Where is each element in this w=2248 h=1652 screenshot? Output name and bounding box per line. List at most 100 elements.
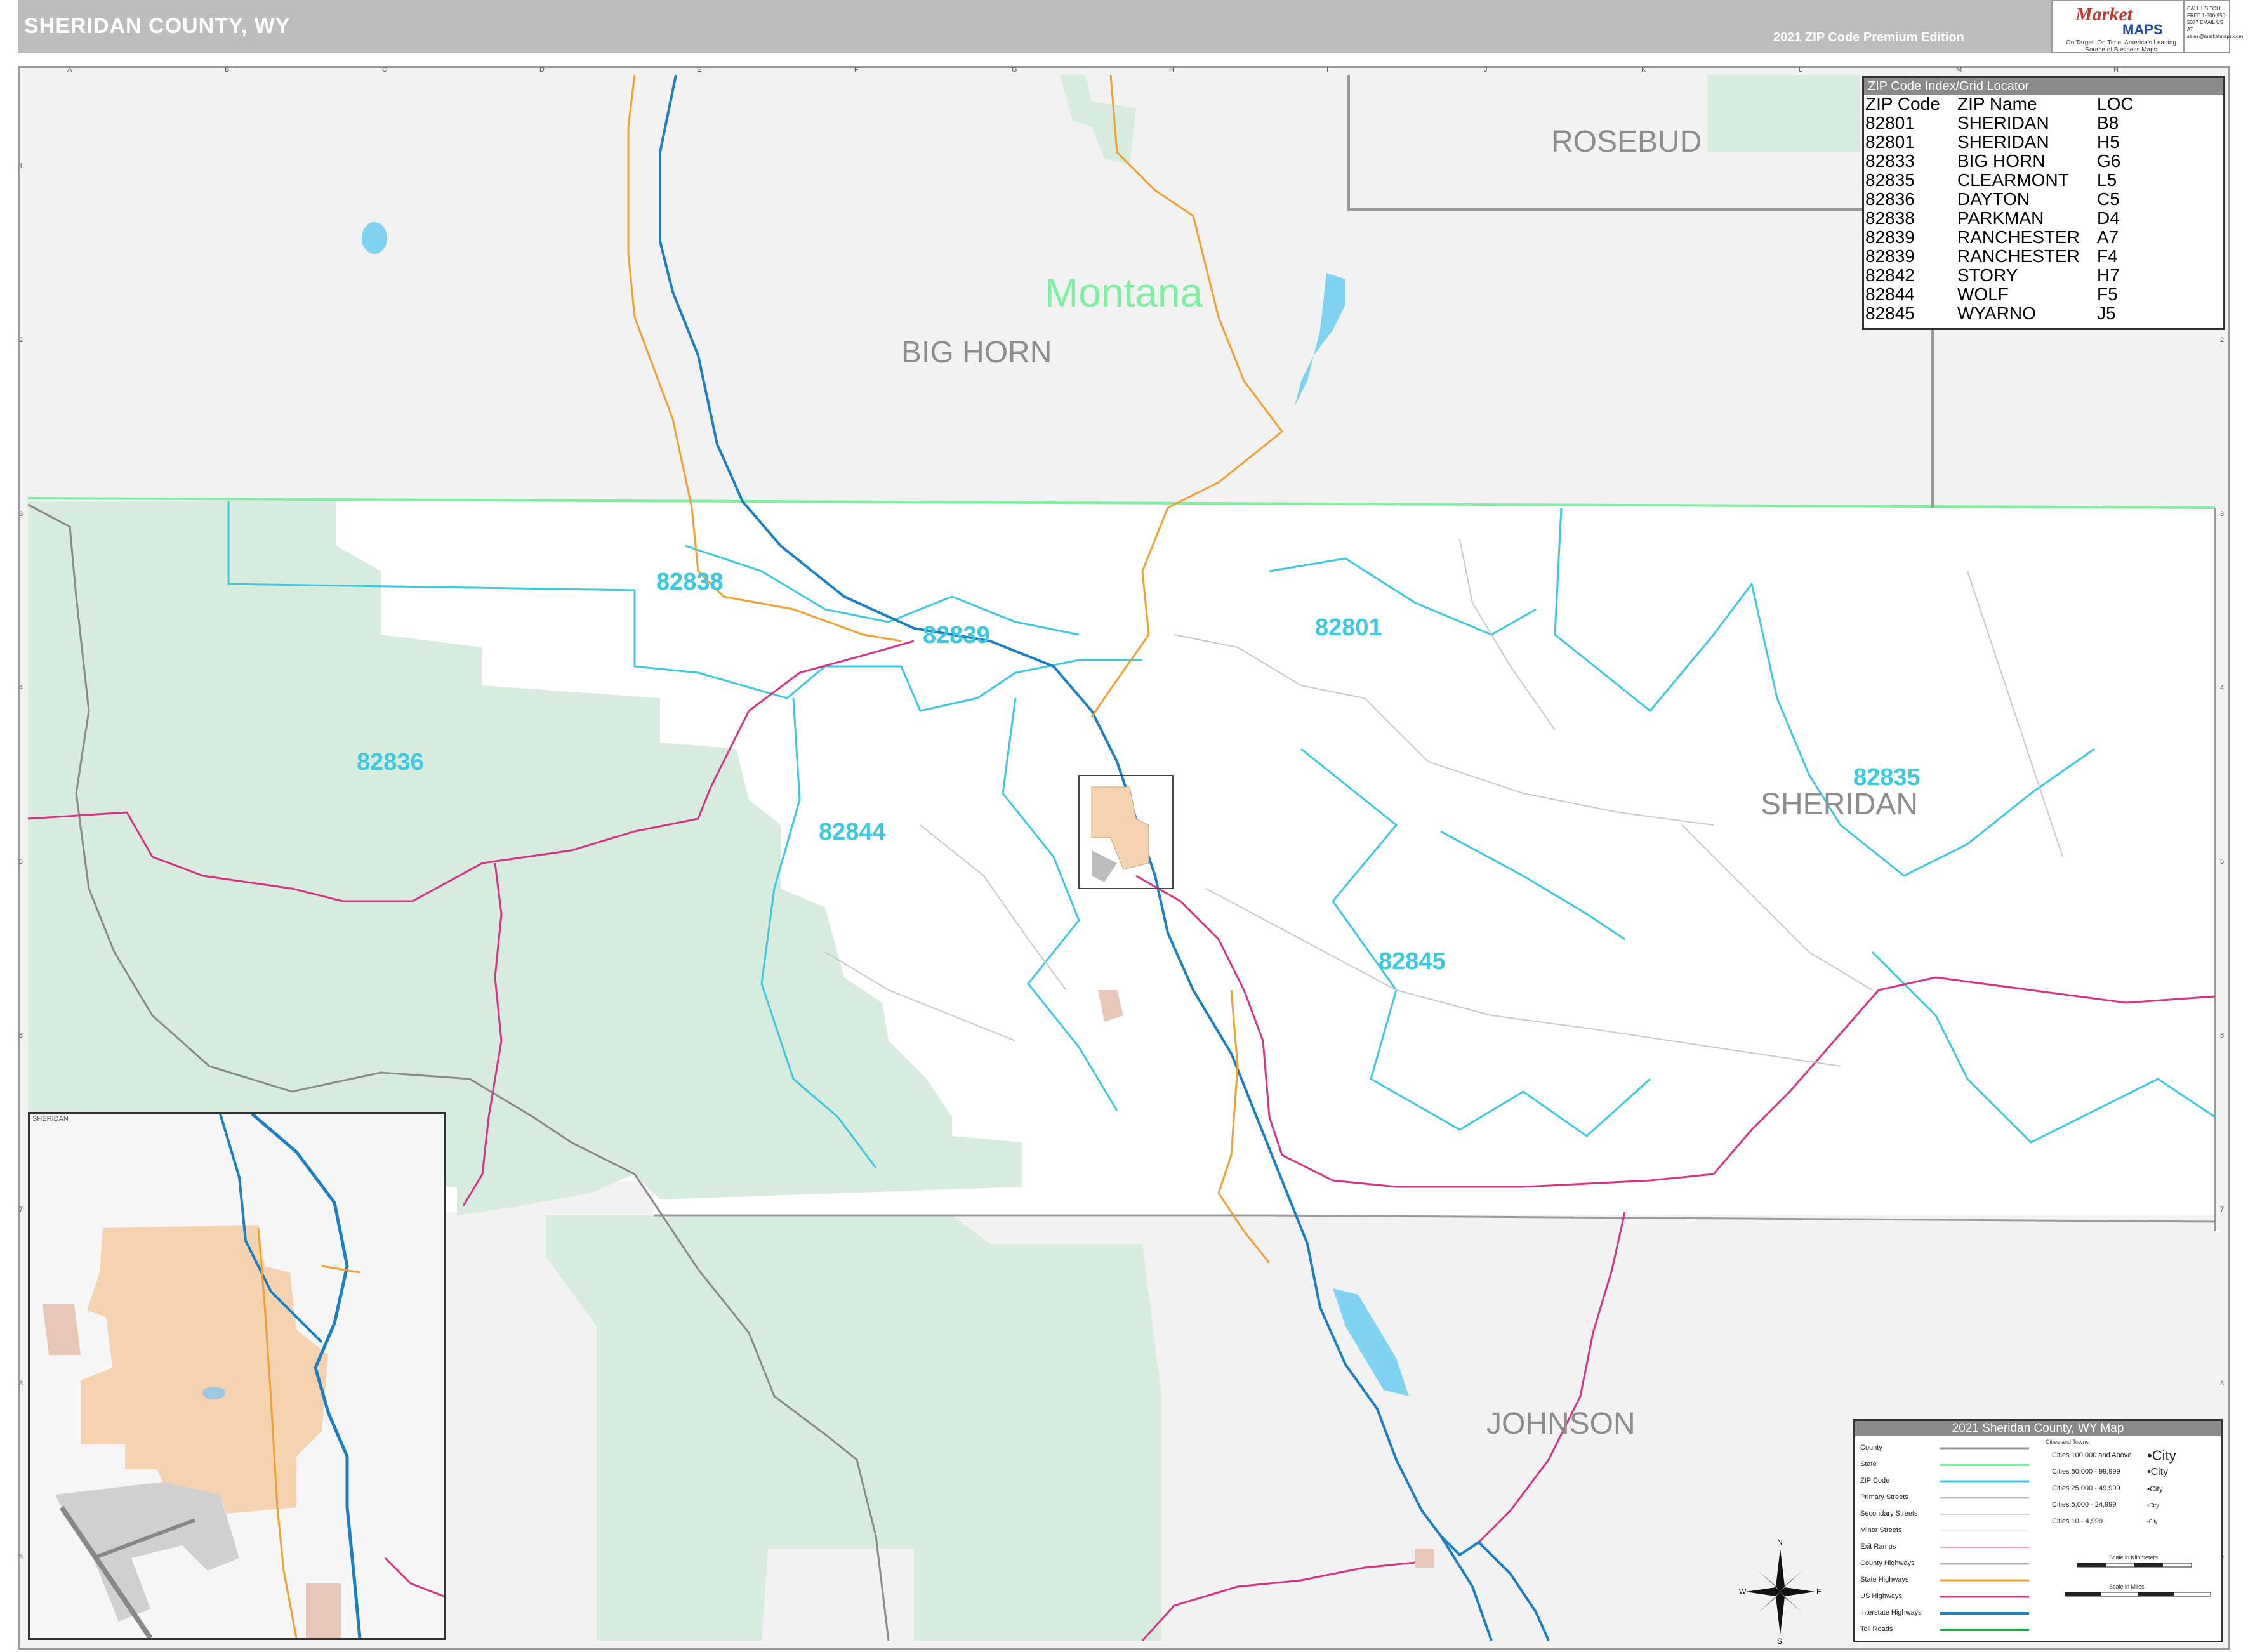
zip-index-table: ZIP Code ZIP Name LOC 82801 SHERIDAN B8 82…	[1865, 95, 2134, 323]
loc-cell: F4	[2097, 246, 2118, 266]
compass-west-arrow	[1745, 1587, 1780, 1596]
grid-col-label: F	[854, 66, 859, 74]
grid-col-label: N	[2113, 66, 2119, 74]
zip-cell: 82842	[1865, 265, 1915, 285]
legend-item-us-hwy: US Highways	[1860, 1592, 1903, 1600]
legend-item-county-hwy: County Highways	[1860, 1559, 1915, 1567]
zip-name-cell: SHERIDAN	[1957, 113, 2049, 133]
legend-city-sym-100k: •City	[2147, 1448, 2176, 1464]
zip-index-title: ZIP Code Index/Grid Locator	[1864, 78, 2223, 95]
zip-label-82835: 82835	[1853, 764, 1921, 791]
zip-index-header-row: ZIP Code ZIP Name LOC	[1865, 95, 2134, 114]
grid-row-label: 9	[19, 1554, 23, 1561]
inset-city-area	[81, 1225, 328, 1514]
grid-row-label: 5	[2220, 858, 2225, 866]
grid-row-ruler: 1 2 3 4 5 6 7 8 9	[19, 70, 28, 1644]
legend-city-50k: Cities 50,000 - 99,999	[2052, 1468, 2120, 1476]
legend-item-county: County	[1860, 1444, 1882, 1451]
table-row: 82833 BIG HORN G6	[1865, 152, 2134, 171]
inset-map-sheridan: SHERIDAN	[28, 1112, 446, 1640]
table-row: 82801 SHERIDAN H5	[1865, 133, 2134, 152]
table-row: 82835 CLEARMONT L5	[1865, 171, 2134, 190]
scale-km-label: Scale in Kilometers	[2109, 1554, 2159, 1561]
grid-row-label: 6	[19, 1032, 23, 1040]
grid-col-label: K	[1641, 66, 1646, 74]
grid-row-label: 8	[19, 1380, 23, 1387]
table-row: 82839 RANCHESTER A7	[1865, 228, 2134, 247]
loc-cell: G6	[2097, 151, 2121, 171]
zip-cell: 82845	[1865, 303, 1915, 323]
lake-montana	[362, 222, 387, 254]
table-row: 82844 WOLF F5	[1865, 285, 2134, 304]
zip-name-cell: WYARNO	[1957, 303, 2036, 323]
grid-col-label: G	[1012, 66, 1017, 74]
inset-connector	[321, 1265, 360, 1274]
loc-cell: H5	[2097, 132, 2120, 152]
zip-name-cell: BIG HORN	[1957, 151, 2046, 171]
scale-mi-seg	[2065, 1592, 2101, 1596]
zip-name-cell: DAYTON	[1957, 189, 2030, 209]
loc-cell: F5	[2097, 284, 2118, 304]
county-label-sheridan: SHERIDAN	[1761, 788, 1919, 821]
zip-name-cell: SHERIDAN	[1957, 132, 2049, 152]
zip-label-82844: 82844	[819, 819, 886, 845]
zip-name-cell: STORY	[1957, 265, 2018, 285]
inset-golf-club	[43, 1304, 81, 1355]
inset-title: SHERIDAN	[32, 1115, 69, 1123]
loc-cell: H7	[2097, 265, 2120, 285]
compass-s-label: S	[1777, 1637, 1782, 1644]
legend-item-minor: Minor Streets	[1860, 1526, 1902, 1534]
grid-col-label: B	[225, 66, 230, 74]
buffalo-area	[1415, 1549, 1434, 1568]
grid-row-label: 6	[2220, 1032, 2225, 1040]
compass-north-arrow	[1776, 1549, 1785, 1592]
zip-cell: 82801	[1865, 113, 1915, 133]
grid-row-label: 1	[19, 162, 23, 170]
inset-pond	[202, 1387, 225, 1399]
map-legend: 2021 Sheridan County, WY Map County Stat…	[1853, 1419, 2223, 1642]
loc-cell: B8	[2097, 113, 2119, 133]
legend-item-zip: ZIP Code	[1860, 1477, 1890, 1484]
legend-city-sym-25k: •City	[2147, 1484, 2163, 1493]
grid-col-label: E	[697, 66, 702, 74]
grid-col-label: C	[382, 66, 387, 74]
zip-label-82836: 82836	[357, 749, 424, 776]
legend-line-samples	[1940, 1447, 2029, 1631]
compass-ne	[1782, 1571, 1802, 1589]
county-label-bighorn: BIG HORN	[901, 336, 1052, 369]
zip-label-82839: 82839	[923, 622, 990, 649]
loc-cell: C5	[2097, 189, 2120, 209]
scale-bars: Scale in Kilometers Scale in Miles	[2065, 1554, 2217, 1611]
loc-cell: J5	[2097, 303, 2116, 323]
scale-mi-seg	[2138, 1592, 2174, 1596]
grid-row-label: 2	[2220, 336, 2225, 344]
zip-cell: 82836	[1865, 189, 1915, 209]
table-row: 82838 PARKMAN D4	[1865, 209, 2134, 228]
zip-index-header: LOC	[2097, 94, 2134, 114]
zip-label-82801: 82801	[1315, 614, 1382, 641]
zip-cell: 82838	[1865, 208, 1915, 228]
legend-title: 2021 Sheridan County, WY Map	[1855, 1421, 2221, 1436]
zip-cell: 82801	[1865, 132, 1915, 152]
compass-rose-icon: N S W E	[1739, 1536, 1822, 1646]
grid-row-label: 7	[2220, 1206, 2225, 1213]
scale-km-seg	[2134, 1563, 2163, 1567]
zip-label-82838: 82838	[656, 569, 724, 595]
grid-row-label: 2	[19, 336, 23, 344]
compass-east-arrow	[1780, 1587, 1815, 1596]
grid-col-label: D	[539, 66, 545, 74]
grid-col-label: H	[1169, 66, 1174, 74]
loc-cell: D4	[2097, 208, 2120, 228]
table-row: 82842 STORY H7	[1865, 266, 2134, 285]
table-row: 82845 WYARNO J5	[1865, 304, 2134, 323]
grid-row-label: 3	[2220, 510, 2225, 518]
inset-park	[306, 1583, 341, 1638]
legend-item-interstate: Interstate Highways	[1860, 1609, 1922, 1616]
legend-city-sym-5k: •City	[2147, 1502, 2159, 1509]
forest-patch-montana-2	[1707, 75, 1860, 152]
zip-label-82845: 82845	[1379, 948, 1446, 975]
zip-index-header: ZIP Name	[1957, 94, 2037, 114]
zip-name-cell: PARKMAN	[1957, 208, 2044, 228]
legend-city-sym-10: •City	[2147, 1519, 2158, 1524]
inset-us-highway	[384, 1557, 444, 1597]
